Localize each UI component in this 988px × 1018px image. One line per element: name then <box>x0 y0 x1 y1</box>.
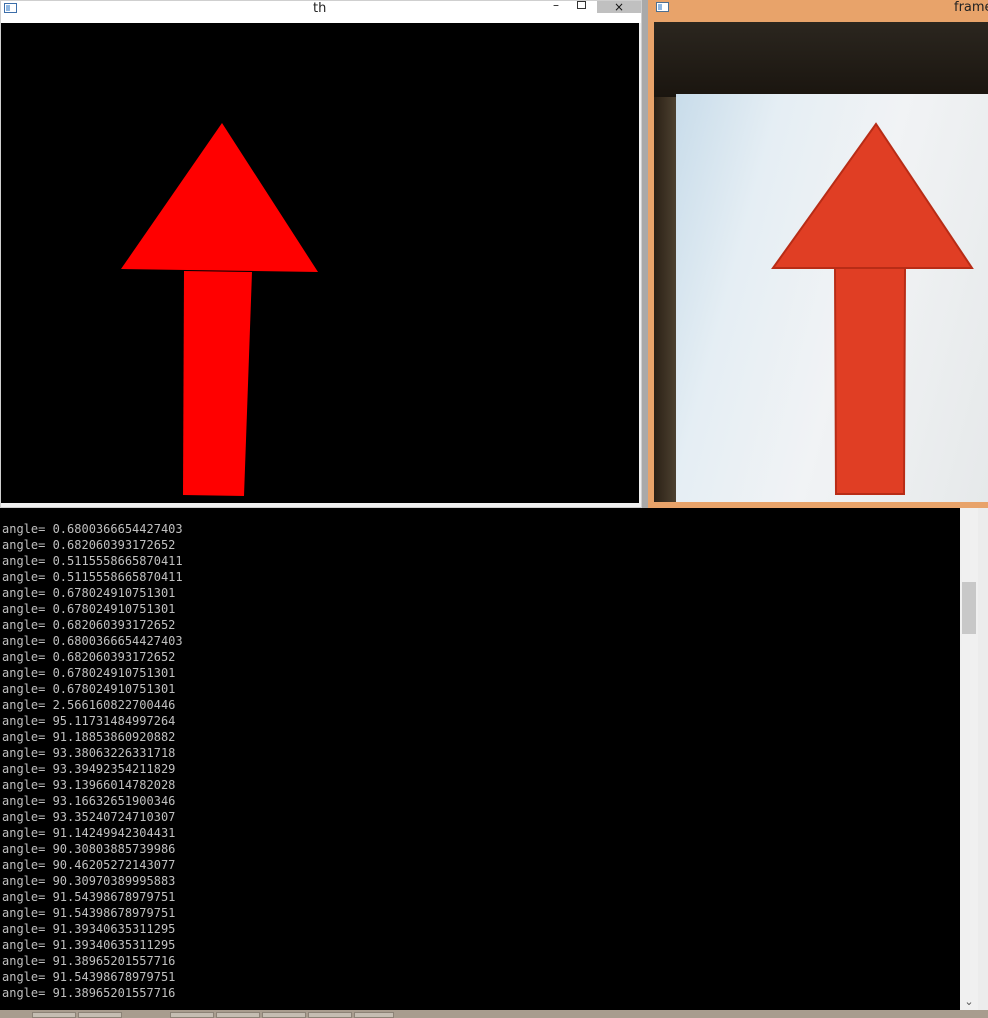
taskbar-button[interactable] <box>170 1012 214 1018</box>
console-output: angle= 0.6800366654427403 angle= 0.682060… <box>2 505 957 1000</box>
camera-frame-image <box>654 22 988 502</box>
window-icon <box>4 3 17 13</box>
close-button[interactable]: × <box>597 1 641 13</box>
console-line: angle= 0.682060393172652 <box>2 650 176 664</box>
console-line: angle= 91.38965201557716 <box>2 986 176 1000</box>
photo-arrow-shape <box>771 122 974 495</box>
taskbar-button[interactable] <box>308 1012 352 1018</box>
console-line: angle= 90.30803885739986 <box>2 842 176 856</box>
threshold-image <box>1 23 639 503</box>
console-line: angle= 0.6800366654427403 <box>2 522 183 536</box>
th-window-title: th <box>313 1 327 16</box>
console-line: angle= 91.54398678979751 <box>2 890 176 904</box>
taskbar-button[interactable] <box>216 1012 260 1018</box>
console-line: angle= 91.38965201557716 <box>2 954 176 968</box>
console-line: angle= 91.54398678979751 <box>2 906 176 920</box>
console-line: angle= 91.14249942304431 <box>2 826 176 840</box>
window-icon <box>656 2 669 12</box>
console-line: angle= 91.54398678979751 <box>2 970 176 984</box>
console-line: angle= 95.11731484997264 <box>2 714 176 728</box>
console-line: angle= 91.39340635311295 <box>2 938 176 952</box>
console-line-clipped <box>2 505 957 521</box>
th-titlebar[interactable]: th – × <box>1 0 641 23</box>
taskbar-button[interactable] <box>262 1012 306 1018</box>
maximize-button[interactable] <box>577 1 586 9</box>
console-line: angle= 0.678024910751301 <box>2 666 176 680</box>
threshold-arrow-head <box>121 123 318 272</box>
console-line: angle= 0.678024910751301 <box>2 602 176 616</box>
console-line: angle= 0.6800366654427403 <box>2 634 183 648</box>
console-line: angle= 93.38063226331718 <box>2 746 176 760</box>
console-line: angle= 0.5115558665870411 <box>2 570 183 584</box>
scrollbar-thumb[interactable] <box>962 582 976 634</box>
console-line: angle= 91.18853860920882 <box>2 730 176 744</box>
console-line: angle= 91.39340635311295 <box>2 922 176 936</box>
console-line: angle= 0.5115558665870411 <box>2 554 183 568</box>
threshold-arrow-shaft <box>183 271 252 496</box>
taskbar-button[interactable] <box>32 1012 76 1018</box>
console-line: angle= 90.46205272143077 <box>2 858 176 872</box>
console-line: angle= 93.16632651900346 <box>2 794 176 808</box>
chevron-down-icon[interactable]: ⌄ <box>960 994 978 1010</box>
th-window: th – × <box>0 0 642 508</box>
console-line: angle= 0.682060393172652 <box>2 618 176 632</box>
console-line: angle= 90.30970389995883 <box>2 874 176 888</box>
minimize-button[interactable]: – <box>549 0 563 13</box>
photo-arrow-shaft <box>833 267 907 495</box>
photo-arrow-head <box>771 122 974 269</box>
console-line: angle= 93.35240724710307 <box>2 810 176 824</box>
console-line: angle= 0.682060393172652 <box>2 538 176 552</box>
console-line: angle= 93.39492354211829 <box>2 762 176 776</box>
taskbar <box>0 1010 988 1018</box>
console-window: angle= 0.6800366654427403 angle= 0.682060… <box>0 508 988 1010</box>
frame-window: frame <box>648 0 988 508</box>
console-line: angle= 2.566160822700446 <box>2 698 176 712</box>
taskbar-button[interactable] <box>354 1012 394 1018</box>
frame-window-title: frame <box>954 0 988 15</box>
console-edge <box>978 508 988 1010</box>
console-scrollbar[interactable]: ⌄ <box>960 508 978 1010</box>
console-line: angle= 0.678024910751301 <box>2 586 176 600</box>
threshold-arrow-shape <box>121 123 318 496</box>
console-line: angle= 93.13966014782028 <box>2 778 176 792</box>
taskbar-button[interactable] <box>78 1012 122 1018</box>
console-line: angle= 0.678024910751301 <box>2 682 176 696</box>
